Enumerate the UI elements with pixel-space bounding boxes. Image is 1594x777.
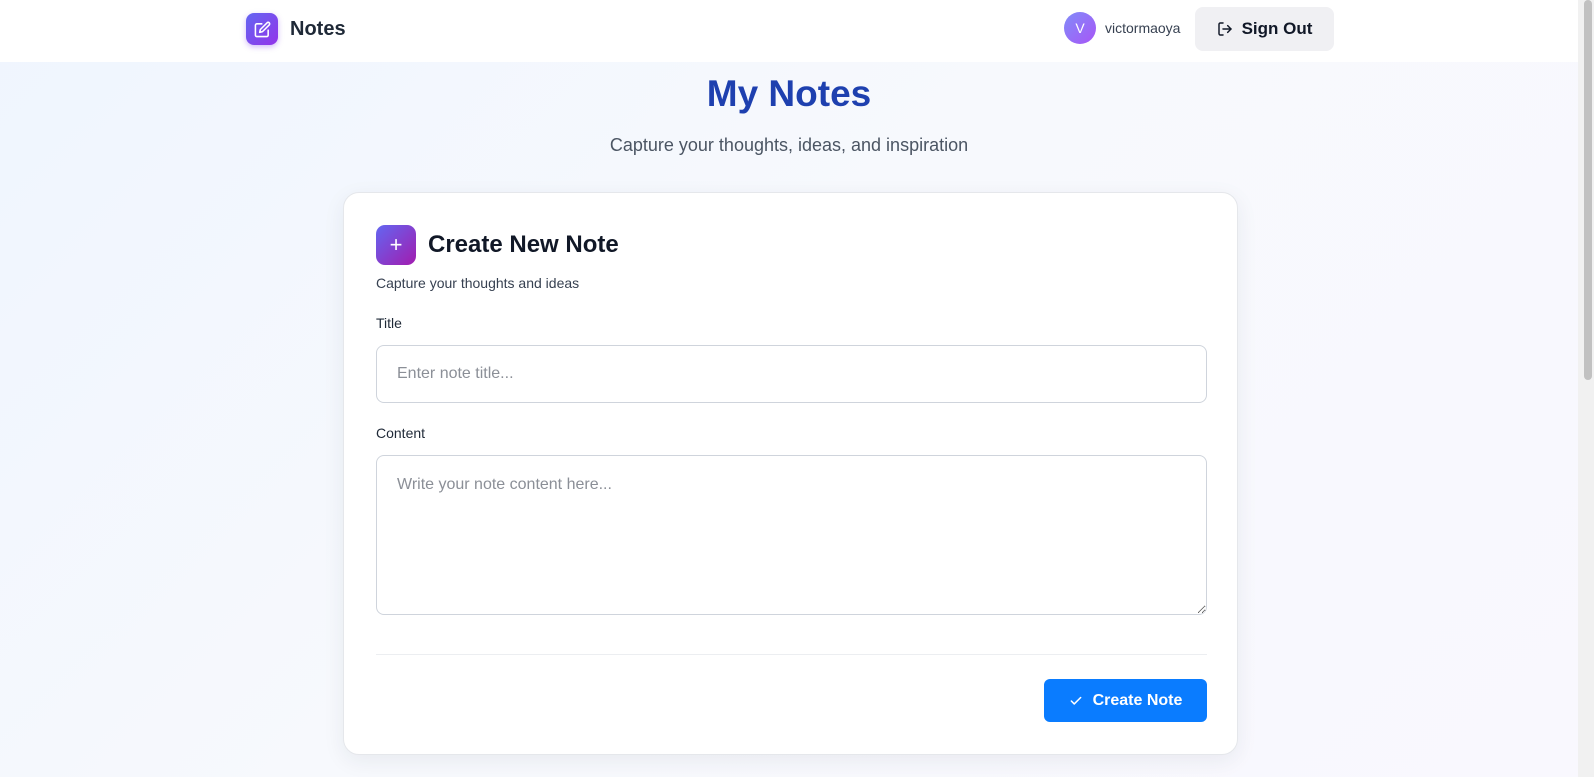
page-title: My Notes xyxy=(706,73,872,114)
top-navbar: Notes V victormaoya Sign Out xyxy=(0,0,1578,62)
card-subtitle: Capture your thoughts and ideas xyxy=(376,275,580,291)
sign-out-label: Sign Out xyxy=(1241,19,1313,38)
brand-name: Notes xyxy=(290,17,346,40)
content-textarea[interactable] xyxy=(376,455,1207,615)
card-title: Create New Note xyxy=(428,231,619,258)
brand[interactable]: Notes xyxy=(246,13,346,45)
user-info: V victormaoya xyxy=(1064,12,1180,44)
check-icon xyxy=(1070,696,1082,705)
create-note-card: + Create New Note Capture your thoughts … xyxy=(343,192,1238,755)
content-label: Content xyxy=(376,425,426,441)
create-note-button[interactable]: Create Note xyxy=(1044,679,1207,722)
scrollbar[interactable] xyxy=(1578,0,1594,777)
divider xyxy=(376,654,1207,655)
title-label: Title xyxy=(376,315,402,331)
create-note-label: Create Note xyxy=(1092,691,1183,709)
card-header: + Create New Note xyxy=(376,225,619,265)
log-out-icon xyxy=(1217,22,1232,36)
plus-icon: + xyxy=(376,225,416,265)
sign-out-button[interactable]: Sign Out xyxy=(1195,7,1334,51)
page-subtitle: Capture your thoughts, ideas, and inspir… xyxy=(609,135,969,155)
scrollbar-thumb[interactable] xyxy=(1584,0,1592,380)
title-input[interactable] xyxy=(376,345,1207,403)
avatar[interactable]: V xyxy=(1064,12,1096,44)
edit-icon xyxy=(246,13,278,45)
username: victormaoya xyxy=(1105,20,1181,36)
